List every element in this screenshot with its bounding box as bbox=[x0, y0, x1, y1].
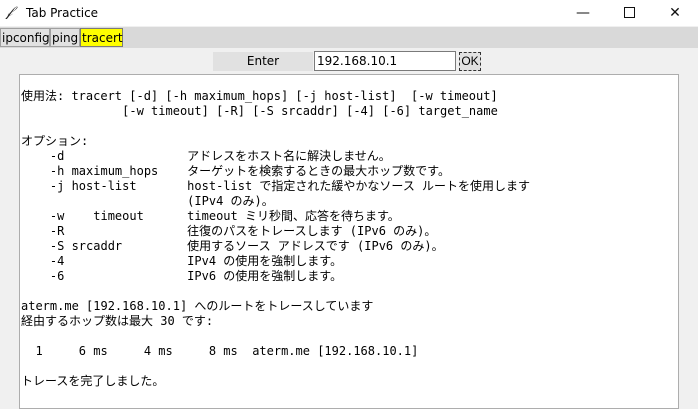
output-text-area[interactable]: 使用法: tracert [-d] [-h maximum_hops] [-j … bbox=[19, 74, 679, 409]
title-bar: 𝒻 Tab Practice — ✕ bbox=[0, 0, 698, 26]
output-text: 使用法: tracert [-d] [-h maximum_hops] [-j … bbox=[21, 89, 531, 388]
minimize-button[interactable]: — bbox=[560, 0, 606, 26]
arguments-row: Enter Arguments OK bbox=[0, 49, 698, 87]
close-icon: ✕ bbox=[669, 5, 681, 21]
tab-ping[interactable]: ping bbox=[50, 28, 80, 47]
close-button[interactable]: ✕ bbox=[652, 0, 698, 26]
tab-ipconfig[interactable]: ipconfig bbox=[0, 28, 50, 47]
minimize-icon: — bbox=[576, 5, 590, 21]
feather-icon: 𝒻 bbox=[6, 4, 13, 20]
window-title: Tab Practice bbox=[26, 6, 99, 20]
tab-tracert[interactable]: tracert bbox=[80, 28, 123, 47]
ok-button[interactable]: OK bbox=[459, 52, 481, 71]
arguments-label: Enter Arguments bbox=[213, 52, 313, 87]
maximize-button[interactable] bbox=[606, 0, 652, 26]
tab-bar: ipconfig ping tracert bbox=[0, 27, 698, 48]
arguments-input[interactable] bbox=[314, 51, 456, 71]
maximize-icon bbox=[623, 6, 635, 18]
